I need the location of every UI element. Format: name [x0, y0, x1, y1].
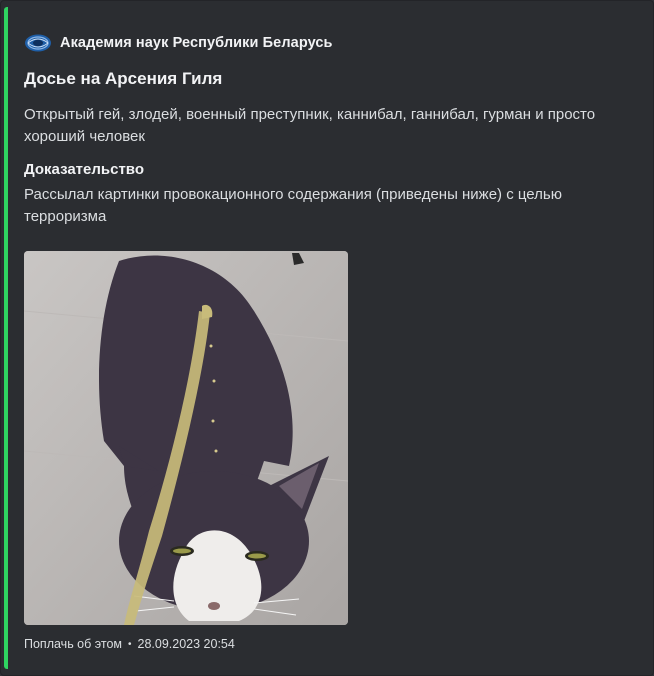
embed-author: Академия наук Республики Беларусь — [24, 30, 333, 56]
embed-footer: Поплачь об этом • 28.09.2023 20:54 — [24, 637, 235, 651]
message-embed: Академия наук Республики Беларусь Досье … — [0, 0, 654, 676]
academy-emblem-icon — [24, 33, 52, 53]
embed-footer-separator: • — [128, 638, 132, 650]
embed-field-value: Рассылал картинки провокационного содерж… — [24, 186, 562, 225]
embed-description: Открытый гей, злодей, военный преступник… — [24, 106, 596, 145]
embed-author-name[interactable]: Академия наук Республики Беларусь — [60, 35, 333, 51]
embed-field-name: Доказательство — [24, 161, 144, 178]
embed-image[interactable] — [24, 251, 348, 625]
embed-footer-timestamp: 28.09.2023 20:54 — [137, 637, 235, 651]
embed-accent-bar — [4, 7, 8, 669]
embed-title: Досье на Арсения Гиля — [24, 69, 223, 88]
cat-photo — [24, 251, 348, 625]
embed-footer-text: Поплачь об этом — [24, 637, 122, 651]
